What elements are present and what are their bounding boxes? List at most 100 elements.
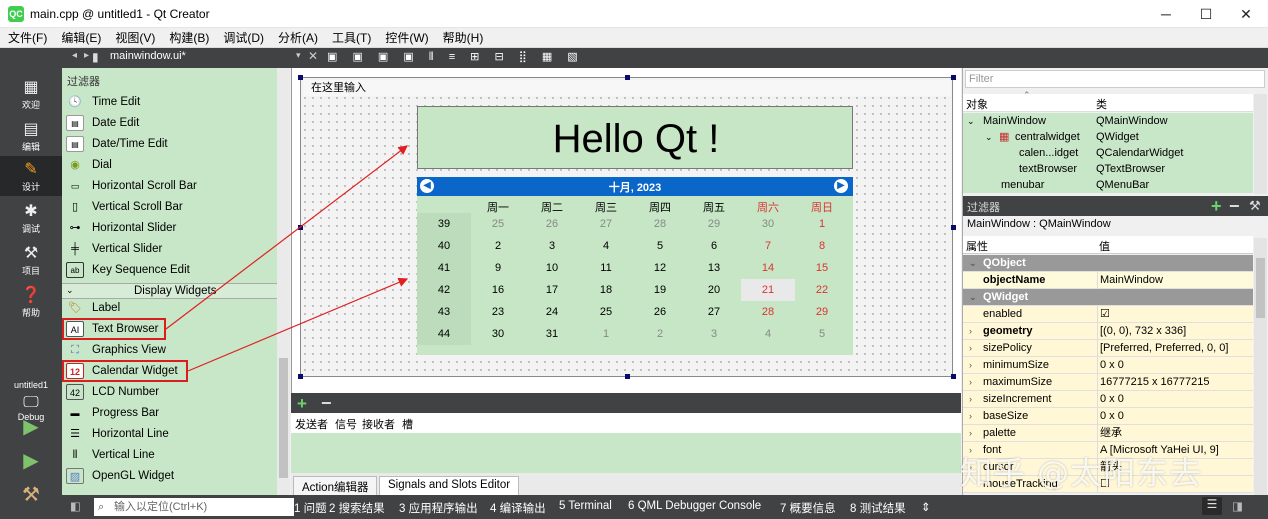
calendar-day-cell[interactable]: 3: [525, 235, 579, 257]
calendar-day-cell[interactable]: 26: [525, 213, 579, 235]
object-inspector-scrollbar[interactable]: [1254, 94, 1267, 194]
calendar-day-cell[interactable]: 23: [471, 301, 525, 323]
text-browser-widget[interactable]: Hello Qt !: [417, 106, 853, 169]
close-button[interactable]: ✕: [1228, 4, 1264, 24]
object-row-menubar[interactable]: menubar QMenuBar: [963, 177, 1253, 193]
object-row-mainwindow[interactable]: ⌄ MainWindow QMainWindow: [963, 113, 1253, 129]
resize-handle[interactable]: [298, 225, 303, 230]
header-value[interactable]: 值: [1099, 238, 1110, 254]
widget-item[interactable]: 42 LCD Number: [66, 382, 159, 402]
menu-tools[interactable]: 工具(T): [332, 29, 371, 46]
add-dynamic-property-icon[interactable]: +: [1211, 196, 1222, 217]
calendar-day-cell[interactable]: 1: [579, 323, 633, 345]
progress-details-icon[interactable]: ☰: [1202, 497, 1222, 515]
mode-projects[interactable]: ⚒ 项目: [0, 240, 62, 280]
calendar-day-cell[interactable]: 4: [741, 323, 795, 345]
menu-edit[interactable]: 编辑(E): [61, 29, 101, 46]
menu-debug[interactable]: 调试(D): [223, 29, 264, 46]
object-filter-input[interactable]: Filter: [965, 70, 1265, 88]
expand-chevron-icon[interactable]: ⌄: [969, 255, 977, 272]
mode-help[interactable]: ❓ 帮助: [0, 282, 62, 322]
property-value[interactable]: [Preferred, Preferred, 0, 0]: [1097, 340, 1253, 357]
output-pane-app-output[interactable]: 3 应用程序输出: [399, 500, 478, 516]
calendar-day-cell[interactable]: 25: [579, 301, 633, 323]
header-slot[interactable]: 槽: [402, 416, 413, 432]
header-sender[interactable]: 发送者: [295, 416, 328, 432]
resize-handle[interactable]: [951, 374, 956, 379]
widget-item[interactable]: ▯ Vertical Scroll Bar: [66, 197, 183, 217]
mode-edit[interactable]: ▤ 编辑: [0, 116, 62, 156]
widget-item[interactable]: ⦀ Vertical Line: [66, 445, 155, 465]
output-pane-issues[interactable]: 1 问题: [294, 500, 327, 516]
calendar-day-cell[interactable]: 9: [471, 257, 525, 279]
remove-connection-button[interactable]: −: [321, 393, 332, 414]
widget-item[interactable]: ☰ Horizontal Line: [66, 424, 169, 444]
calendar-day-cell[interactable]: 13: [687, 257, 741, 279]
widget-category-display[interactable]: ⌄ Display Widgets: [62, 283, 277, 299]
widget-item[interactable]: ▭ Horizontal Scroll Bar: [66, 176, 197, 196]
menu-file[interactable]: 文件(F): [8, 29, 47, 46]
calendar-day-cell[interactable]: 30: [471, 323, 525, 345]
property-row[interactable]: enabled ☑: [963, 306, 1253, 323]
mode-design[interactable]: ✎ 设计: [0, 156, 62, 196]
calendar-day-cell[interactable]: 10: [525, 257, 579, 279]
configure-wrench-icon[interactable]: ⚒: [1249, 198, 1261, 214]
widget-item[interactable]: ╪ Vertical Slider: [66, 239, 162, 259]
header-receiver[interactable]: 接收者: [362, 416, 395, 432]
calendar-day-cell[interactable]: 6: [687, 235, 741, 257]
calendar-day-cell[interactable]: 26: [633, 301, 687, 323]
property-value[interactable]: 0 x 0: [1097, 357, 1253, 374]
widget-item[interactable]: ⊶ Horizontal Slider: [66, 218, 177, 238]
widget-item[interactable]: ⛶ Graphics View: [66, 340, 166, 360]
calendar-day-cell[interactable]: 1: [795, 213, 849, 235]
property-value[interactable]: 0 x 0: [1097, 391, 1253, 408]
property-row[interactable]: › baseSize 0 x 0: [963, 408, 1253, 425]
locator-input[interactable]: ⌕ 输入以定位(Ctrl+K): [94, 498, 294, 516]
property-value[interactable]: ☑: [1097, 306, 1253, 323]
resize-handle[interactable]: [951, 225, 956, 230]
calendar-day-cell[interactable]: 18: [579, 279, 633, 301]
property-scrollbar[interactable]: [1254, 238, 1267, 495]
tab-dropdown-icon[interactable]: ▾: [296, 50, 301, 61]
calendar-day-cell[interactable]: 30: [741, 213, 795, 235]
widget-item[interactable]: ▨ OpenGL Widget: [66, 466, 174, 486]
scrollbar-thumb[interactable]: [1256, 258, 1265, 318]
property-row[interactable]: › sizePolicy [Preferred, Preferred, 0, 0]: [963, 340, 1253, 357]
build-hammer-icon[interactable]: ⚒: [20, 484, 42, 506]
calendar-day-cell[interactable]: 11: [579, 257, 633, 279]
mode-welcome[interactable]: ▦ 欢迎: [0, 74, 62, 114]
widget-item[interactable]: ▤ Date Edit: [66, 113, 139, 133]
calendar-day-cell[interactable]: 25: [471, 213, 525, 235]
calendar-day-cell[interactable]: 31: [525, 323, 579, 345]
widget-item[interactable]: 🕓 Time Edit: [66, 92, 140, 112]
more-panes-icon[interactable]: ⇕: [921, 500, 931, 514]
calendar-month-label[interactable]: 十月, 2023: [417, 179, 853, 195]
property-row[interactable]: ⌄ QWidget: [963, 289, 1253, 306]
scrollbar-thumb[interactable]: [279, 358, 288, 478]
menu-build[interactable]: 构建(B): [169, 29, 209, 46]
output-pane-compile[interactable]: 4 编译输出: [490, 500, 546, 516]
expand-chevron-icon[interactable]: ›: [969, 340, 972, 357]
calendar-day-cell[interactable]: 4: [579, 235, 633, 257]
calendar-day-cell[interactable]: 21: [741, 279, 795, 301]
expand-chevron-icon[interactable]: ›: [969, 408, 972, 425]
calendar-day-cell[interactable]: 14: [741, 257, 795, 279]
calendar-day-cell[interactable]: 2: [633, 323, 687, 345]
menu-widgets[interactable]: 控件(W): [385, 29, 428, 46]
header-class[interactable]: 类: [1096, 96, 1107, 112]
property-row[interactable]: › geometry [(0, 0), 732 x 336]: [963, 323, 1253, 340]
run-icon[interactable]: ▶: [20, 416, 42, 438]
property-value[interactable]: 0 x 0: [1097, 408, 1253, 425]
calendar-day-cell[interactable]: 15: [795, 257, 849, 279]
header-property[interactable]: 属性: [966, 238, 988, 254]
calendar-day-cell[interactable]: 16: [471, 279, 525, 301]
minimize-button[interactable]: ─: [1148, 4, 1184, 24]
calendar-day-cell[interactable]: 28: [633, 213, 687, 235]
property-value[interactable]: MainWindow: [1097, 272, 1253, 289]
calendar-day-cell[interactable]: 5: [795, 323, 849, 345]
tab-signals-slots-editor[interactable]: Signals and Slots Editor: [379, 476, 520, 495]
property-filter-label[interactable]: 过滤器: [967, 199, 1000, 215]
close-document-icon[interactable]: ✕: [308, 49, 318, 63]
property-row[interactable]: › maximumSize 16777215 x 16777215: [963, 374, 1253, 391]
expand-chevron-icon[interactable]: ›: [969, 391, 972, 408]
